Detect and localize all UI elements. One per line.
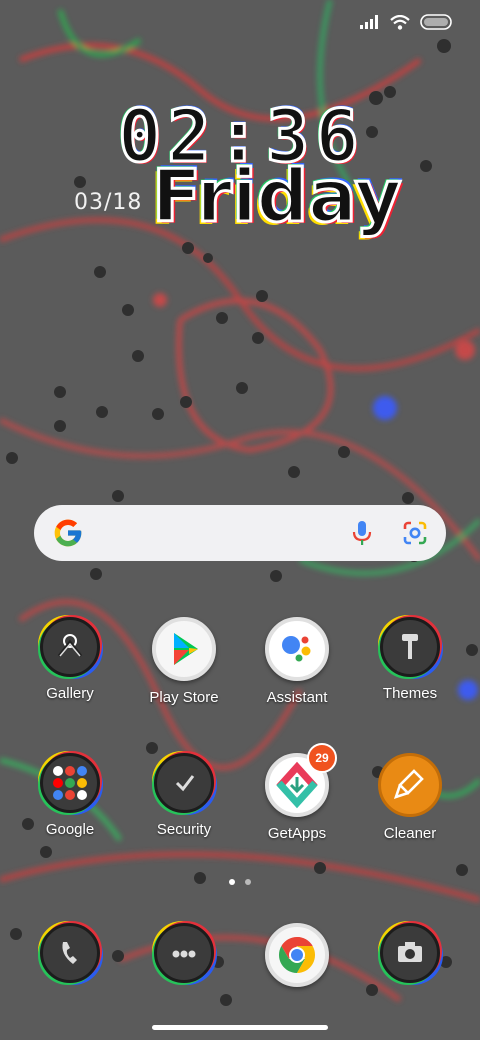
assistant-icon xyxy=(265,617,329,681)
dock-phone[interactable] xyxy=(14,923,126,983)
gallery-icon xyxy=(40,617,100,677)
cleaner-icon xyxy=(378,753,442,817)
app-label: Gallery xyxy=(46,685,94,702)
messaging-icon xyxy=(154,923,214,983)
app-getapps[interactable]: 29 GetApps xyxy=(241,743,353,842)
app-label: Assistant xyxy=(266,689,328,706)
page-dot xyxy=(245,879,251,885)
app-label: Cleaner xyxy=(383,825,437,842)
app-cleaner[interactable]: Cleaner xyxy=(354,753,466,842)
notification-badge: 29 xyxy=(307,743,337,773)
app-label: Security xyxy=(156,821,212,838)
clock-day: Friday xyxy=(151,154,404,238)
clock-date: 03/18 xyxy=(74,190,143,215)
app-themes[interactable]: Themes xyxy=(354,617,466,702)
app-label: GetApps xyxy=(267,825,327,842)
home-gesture-bar[interactable] xyxy=(152,1025,328,1030)
battery-icon xyxy=(420,14,452,30)
play-store-icon xyxy=(152,617,216,681)
lens-icon[interactable] xyxy=(402,520,428,546)
camera-icon xyxy=(380,923,440,983)
app-label: Play Store xyxy=(149,689,219,706)
page-indicator xyxy=(229,879,251,885)
dock-messaging[interactable] xyxy=(128,923,240,983)
chrome-icon xyxy=(265,923,329,987)
app-play-store[interactable]: Play Store xyxy=(128,617,240,706)
getapps-icon: 29 xyxy=(265,743,337,817)
app-security[interactable]: Security xyxy=(128,753,240,838)
page-dot-active xyxy=(229,879,235,885)
mic-icon[interactable] xyxy=(352,520,372,546)
themes-icon xyxy=(380,617,440,677)
security-icon xyxy=(154,753,214,813)
app-label: Themes xyxy=(382,685,438,702)
app-google-folder[interactable]: Google xyxy=(14,753,126,838)
signal-bars-icon xyxy=(360,15,378,29)
google-folder-icon xyxy=(40,753,100,813)
google-logo-icon xyxy=(54,519,82,547)
dock-camera[interactable] xyxy=(354,923,466,983)
wifi-icon xyxy=(390,14,410,30)
app-label: Google xyxy=(45,821,95,838)
phone-icon xyxy=(40,923,100,983)
dock-chrome[interactable] xyxy=(241,923,353,987)
google-search-bar[interactable] xyxy=(34,505,446,561)
app-assistant[interactable]: Assistant xyxy=(241,617,353,706)
app-gallery[interactable]: Gallery xyxy=(14,617,126,702)
status-bar xyxy=(360,14,452,30)
